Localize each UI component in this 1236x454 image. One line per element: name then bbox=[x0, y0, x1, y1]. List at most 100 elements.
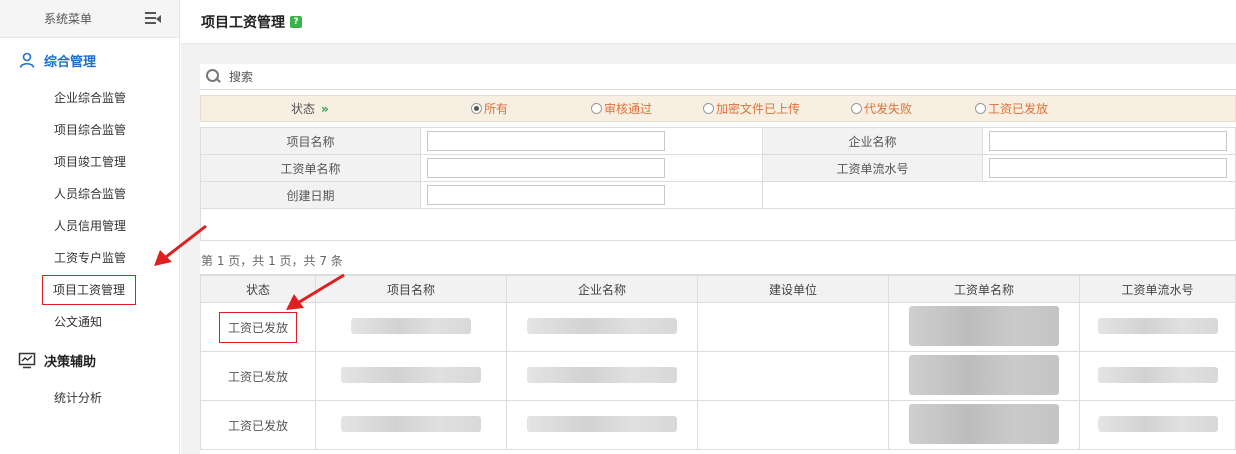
monitor-chart-icon bbox=[18, 352, 36, 369]
radio-icon bbox=[703, 103, 714, 114]
status-option-uploaded[interactable]: 加密文件已上传 bbox=[703, 100, 800, 117]
table-row[interactable]: 工资已发放 bbox=[200, 302, 1236, 352]
search-toggle[interactable]: 搜索 bbox=[200, 64, 1236, 90]
sidebar-group-label: 综合管理 bbox=[44, 54, 97, 70]
empty-cell bbox=[762, 181, 1236, 209]
sidebar-item-enterprise[interactable]: 企业综合监管 bbox=[0, 82, 179, 114]
sidebar-item-statistics[interactable]: 统计分析 bbox=[0, 382, 179, 414]
user-icon bbox=[19, 52, 35, 68]
paging-info: 第 1 页，共 1 页，共 7 条 bbox=[200, 247, 1236, 275]
payroll-serial-label: 工资单流水号 bbox=[762, 154, 983, 182]
payroll-serial-input[interactable] bbox=[989, 158, 1227, 178]
redacted-cell bbox=[888, 351, 1080, 401]
sidebar-item-project-wage[interactable]: 项目工资管理 bbox=[0, 274, 179, 306]
company-name-cell bbox=[982, 127, 1236, 155]
status-option-all[interactable]: 所有 bbox=[471, 100, 508, 117]
project-name-input[interactable] bbox=[427, 131, 665, 151]
column-header[interactable]: 企业名称 bbox=[506, 275, 698, 303]
sidebar-item-label: 工资专户监管 bbox=[54, 251, 127, 265]
annotation-arrow-icon bbox=[286, 273, 345, 310]
redacted-cell bbox=[888, 302, 1080, 352]
column-header[interactable]: 工资单名称 bbox=[888, 275, 1080, 303]
redacted-block bbox=[527, 317, 677, 334]
status-option-failed[interactable]: 代发失败 bbox=[851, 100, 912, 117]
status-filter-label: 状态 bbox=[290, 102, 315, 116]
sidebar-title: 系统菜单 bbox=[44, 12, 93, 26]
radio-icon bbox=[591, 103, 602, 114]
annotation-arrow-icon bbox=[154, 224, 207, 266]
redacted-block bbox=[527, 415, 677, 432]
sidebar-item-label: 统计分析 bbox=[54, 391, 103, 405]
redacted-block bbox=[527, 366, 677, 383]
project-name-cell bbox=[420, 127, 763, 155]
redacted-block bbox=[909, 354, 1059, 395]
payroll-name-input[interactable] bbox=[427, 158, 665, 178]
created-date-label: 创建日期 bbox=[200, 181, 421, 209]
redacted-block bbox=[341, 415, 481, 432]
help-icon[interactable]: ? bbox=[290, 15, 302, 28]
table-row[interactable]: 工资已发放 bbox=[200, 351, 1236, 401]
status-cell: 工资已发放 bbox=[200, 351, 316, 401]
status-cell: 工资已发放 bbox=[200, 400, 316, 450]
redacted-cell bbox=[1079, 351, 1236, 401]
redacted-block bbox=[1097, 415, 1218, 432]
payroll-name-label: 工资单名称 bbox=[200, 154, 421, 182]
status-option-label: 审核通过 bbox=[604, 102, 653, 116]
redacted-block bbox=[909, 305, 1059, 346]
sidebar-item-label: 项目工资管理 bbox=[42, 275, 137, 305]
sidebar-item-completion[interactable]: 项目竣工管理 bbox=[0, 146, 179, 178]
column-header[interactable]: 建设单位 bbox=[697, 275, 889, 303]
payroll-table: 状态 项目名称 企业名称 建设单位 工资单名称 工资单流水号 工资已发放 工资已… bbox=[200, 275, 1236, 450]
sidebar-group-comprehensive[interactable]: 综合管理 bbox=[0, 38, 179, 82]
redacted-cell bbox=[315, 400, 507, 450]
redacted-cell bbox=[1079, 302, 1236, 352]
status-option-paid[interactable]: 工资已发放 bbox=[975, 100, 1048, 117]
sidebar-item-notice[interactable]: 公文通知 bbox=[0, 306, 179, 338]
company-name-input[interactable] bbox=[989, 131, 1227, 151]
content-panel: 搜索 状态 » 所有 审核通过 加密文件已上传 代发失败 工资已发放 项目名称 … bbox=[200, 64, 1236, 454]
column-header[interactable]: 工资单流水号 bbox=[1079, 275, 1236, 303]
redacted-block bbox=[351, 317, 471, 334]
double-chevron-right-icon: » bbox=[321, 101, 329, 116]
created-date-input[interactable] bbox=[427, 185, 665, 205]
redacted-block bbox=[1097, 317, 1218, 334]
page-title: 项目工资管理 bbox=[201, 14, 285, 31]
radio-icon bbox=[851, 103, 862, 114]
project-name-label: 项目名称 bbox=[200, 127, 421, 155]
redacted-cell bbox=[506, 302, 698, 352]
redacted-cell bbox=[506, 351, 698, 401]
sidebar-item-label: 项目竣工管理 bbox=[54, 155, 127, 169]
sidebar-item-personnel[interactable]: 人员综合监管 bbox=[0, 178, 179, 210]
sidebar-group-decision[interactable]: 决策辅助 bbox=[0, 338, 179, 382]
status-option-label: 所有 bbox=[484, 102, 509, 116]
sidebar-item-label: 人员综合监管 bbox=[54, 187, 127, 201]
sidebar-item-label: 项目综合监管 bbox=[54, 123, 127, 137]
table-row[interactable]: 工资已发放 bbox=[200, 400, 1236, 450]
status-option-label: 代发失败 bbox=[864, 102, 913, 116]
collapse-menu-icon[interactable] bbox=[145, 12, 161, 25]
payroll-name-cell bbox=[420, 154, 763, 182]
table-header-row: 状态 项目名称 企业名称 建设单位 工资单名称 工资单流水号 bbox=[200, 275, 1236, 303]
main-content: 项目工资管理 ? 搜索 状态 » 所有 审核通过 加密文件已上传 代发失败 工资… bbox=[181, 0, 1236, 454]
sidebar-item-label: 人员信用管理 bbox=[54, 219, 127, 233]
sidebar-item-label: 公文通知 bbox=[54, 315, 103, 329]
redacted-cell bbox=[1079, 400, 1236, 450]
status-option-label: 加密文件已上传 bbox=[716, 102, 801, 116]
sidebar-item-label: 企业综合监管 bbox=[54, 91, 127, 105]
form-actions-area bbox=[200, 209, 1236, 241]
created-date-cell bbox=[420, 181, 763, 209]
search-icon bbox=[206, 69, 221, 84]
radio-icon bbox=[471, 103, 482, 114]
redacted-block bbox=[909, 403, 1059, 444]
search-form: 项目名称 企业名称 工资单名称 工资单流水号 创建日期 bbox=[200, 127, 1236, 209]
status-option-label: 工资已发放 bbox=[988, 102, 1049, 116]
construction-unit-cell bbox=[697, 351, 889, 401]
redacted-cell bbox=[506, 400, 698, 450]
status-option-approved[interactable]: 审核通过 bbox=[591, 100, 652, 117]
sidebar-group-label: 决策辅助 bbox=[44, 354, 97, 370]
payroll-serial-cell bbox=[982, 154, 1236, 182]
company-name-label: 企业名称 bbox=[762, 127, 983, 155]
search-label: 搜索 bbox=[229, 70, 254, 84]
redacted-block bbox=[341, 366, 481, 383]
sidebar-item-project[interactable]: 项目综合监管 bbox=[0, 114, 179, 146]
